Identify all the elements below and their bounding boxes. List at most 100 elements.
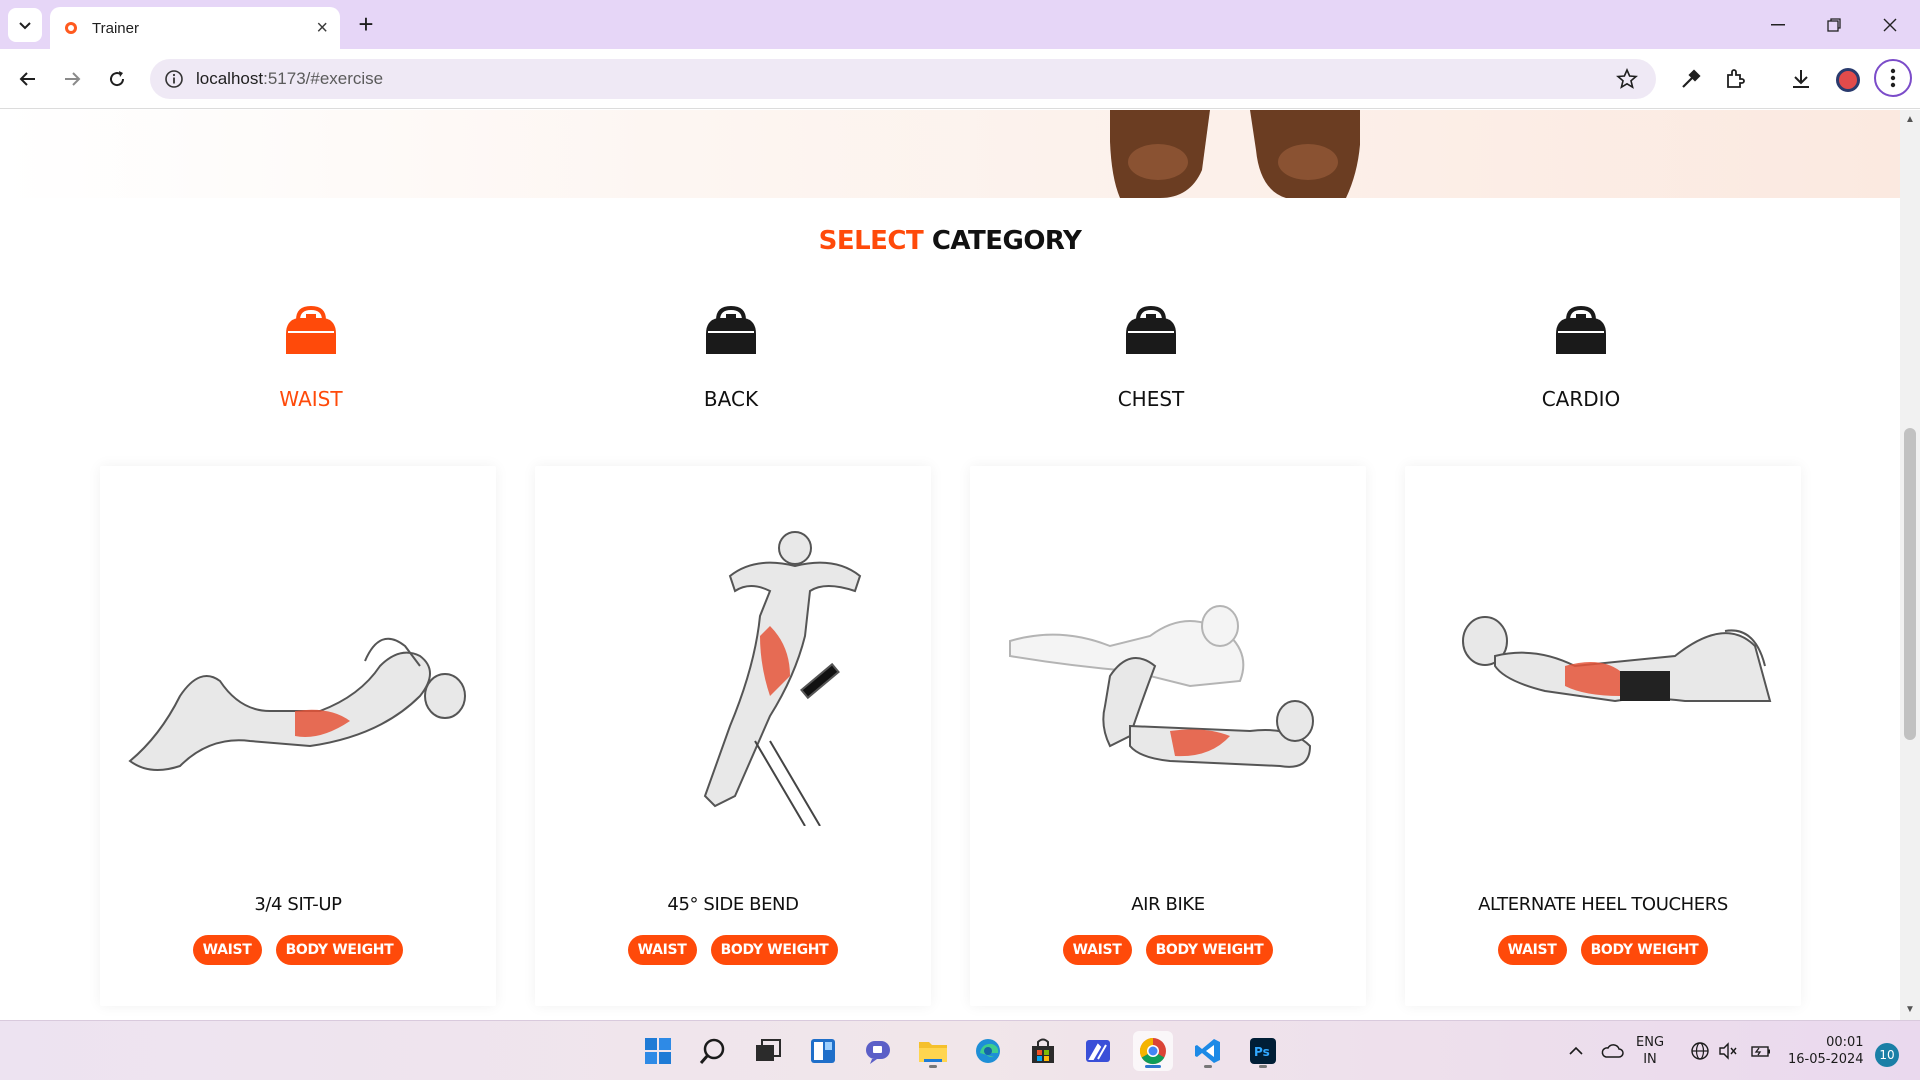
windows-taskbar: Ps ENG IN 00:01 16-05-2024 10 [0, 1020, 1920, 1080]
tag-equipment[interactable]: BODY WEIGHT [1580, 935, 1709, 965]
minimize-button[interactable] [1758, 10, 1798, 40]
category-cardio[interactable]: CARDIO [1501, 302, 1661, 411]
network-tray[interactable] [1690, 1021, 1710, 1080]
arrow-right-icon [65, 72, 81, 86]
profile-avatar[interactable] [1836, 68, 1860, 92]
tag-equipment[interactable]: BODY WEIGHT [1145, 935, 1274, 965]
scroll-thumb[interactable] [1904, 428, 1916, 740]
vscode-icon [1195, 1039, 1220, 1063]
taskbar-search[interactable] [693, 1031, 733, 1071]
widgets-button[interactable] [803, 1031, 843, 1071]
browser-toolbar: localhost:5173/#exercise [0, 49, 1920, 109]
download-icon[interactable] [1787, 65, 1815, 93]
browser-tab[interactable]: Trainer × [50, 7, 340, 49]
tag-body-part[interactable]: WAIST [192, 935, 262, 965]
notification-badge[interactable]: 10 [1875, 1043, 1899, 1067]
close-tab-icon[interactable]: × [316, 18, 328, 38]
widgets-icon [811, 1039, 835, 1063]
favicon-icon [62, 19, 80, 37]
volume-tray[interactable] [1718, 1021, 1738, 1080]
edge-button[interactable] [968, 1031, 1008, 1071]
close-icon [1883, 18, 1897, 32]
reload-icon [110, 71, 125, 87]
close-window-button[interactable] [1870, 10, 1910, 40]
scroll-up-icon[interactable]: ▲ [1904, 114, 1916, 126]
photoshop-icon: Ps [1250, 1038, 1276, 1064]
clock[interactable]: 00:01 16-05-2024 [1788, 1021, 1864, 1080]
exercise-card[interactable]: 3/4 SIT-UP WAIST BODY WEIGHT [100, 466, 496, 1006]
category-waist[interactable]: WAIST [231, 302, 391, 411]
minimize-icon [1771, 24, 1785, 26]
bookmark-star-icon[interactable] [1616, 68, 1638, 90]
photoshop-button[interactable]: Ps [1243, 1031, 1283, 1071]
exercise-illustration-side-bend [703, 531, 862, 826]
teams-icon [866, 1041, 890, 1064]
start-button[interactable] [638, 1031, 678, 1071]
restore-icon [1827, 18, 1841, 32]
pen-app-button[interactable] [1078, 1031, 1118, 1071]
tag-equipment[interactable]: BODY WEIGHT [275, 935, 404, 965]
address-bar[interactable]: localhost:5173/#exercise [150, 59, 1656, 99]
show-hidden-icons-button[interactable] [1568, 1021, 1584, 1080]
exercise-name: 3/4 SIT-UP [254, 894, 342, 915]
category-back[interactable]: BACK [651, 302, 811, 411]
back-button[interactable] [12, 63, 44, 95]
restore-button[interactable] [1814, 10, 1854, 40]
chrome-button[interactable] [1133, 1031, 1173, 1071]
reload-button[interactable] [101, 63, 133, 95]
svg-text:Ps: Ps [1254, 1045, 1270, 1059]
category-label: WAIST [279, 387, 343, 411]
app-icon [1086, 1040, 1110, 1062]
exercise-tags: WAIST BODY WEIGHT [100, 935, 496, 965]
page-scrollbar[interactable]: ▲ ▼ [1900, 110, 1920, 1020]
store-icon [1032, 1038, 1054, 1063]
exercise-name: ALTERNATE HEEL TOUCHERS [1478, 894, 1728, 915]
scroll-down-icon[interactable]: ▼ [1904, 1004, 1916, 1016]
site-info-icon[interactable] [164, 69, 184, 89]
exercise-card[interactable]: ALTERNATE HEEL TOUCHERS WAIST BODY WEIGH… [1405, 466, 1801, 1006]
globe-icon [1691, 1042, 1709, 1060]
new-tab-button[interactable]: + [352, 11, 380, 39]
file-explorer-button[interactable] [913, 1031, 953, 1071]
page-viewport: SELECT CATEGORY WAIST BACK CHEST CARDIO … [0, 110, 1900, 1020]
clock-time: 00:01 [1826, 1035, 1864, 1050]
section-title-accent: SELECT [818, 226, 924, 256]
exercise-tags: WAIST BODY WEIGHT [535, 935, 931, 965]
gym-bag-icon [1126, 305, 1176, 354]
edge-icon [976, 1039, 1000, 1063]
task-view-button[interactable] [748, 1031, 788, 1071]
extensions-icon[interactable] [1721, 65, 1749, 93]
store-button[interactable] [1023, 1031, 1063, 1071]
exercise-illustration-sit-up [128, 637, 466, 771]
tag-body-part[interactable]: WAIST [1062, 935, 1132, 965]
chrome-menu-button[interactable] [1874, 59, 1912, 97]
browser-tab-bar: Trainer × + [0, 0, 1920, 49]
language-indicator[interactable]: ENG IN [1636, 1021, 1664, 1080]
vscode-button[interactable] [1188, 1031, 1228, 1071]
category-label: CHEST [1117, 387, 1185, 411]
exercise-illustration-air-bike [1009, 605, 1314, 768]
tag-body-part[interactable]: WAIST [1497, 935, 1567, 965]
speaker-muted-icon [1719, 1042, 1737, 1060]
exercise-card[interactable]: 45° SIDE BEND WAIST BODY WEIGHT [535, 466, 931, 1006]
tab-search-button[interactable] [8, 8, 42, 42]
url-text[interactable]: localhost:5173/#exercise [196, 69, 383, 89]
eyedropper-extension-icon[interactable] [1677, 65, 1705, 93]
chevron-up-icon [1569, 1046, 1583, 1055]
chrome-icon [1139, 1037, 1166, 1065]
exercise-illustration-heel-touchers [1462, 616, 1772, 703]
task-view-icon [756, 1039, 781, 1061]
teams-chat-button[interactable] [858, 1031, 898, 1071]
gym-bag-icon [286, 305, 336, 354]
hero-banner [0, 110, 1900, 198]
exercise-name: AIR BIKE [1131, 894, 1205, 915]
battery-tray[interactable] [1750, 1021, 1772, 1080]
onedrive-tray[interactable] [1600, 1021, 1624, 1080]
forward-button[interactable] [56, 63, 88, 95]
gym-bag-icon [1556, 305, 1606, 354]
category-chest[interactable]: CHEST [1071, 302, 1231, 411]
exercise-card[interactable]: AIR BIKE WAIST BODY WEIGHT [970, 466, 1366, 1006]
tag-equipment[interactable]: BODY WEIGHT [710, 935, 839, 965]
exercise-name: 45° SIDE BEND [667, 894, 799, 915]
tag-body-part[interactable]: WAIST [627, 935, 697, 965]
